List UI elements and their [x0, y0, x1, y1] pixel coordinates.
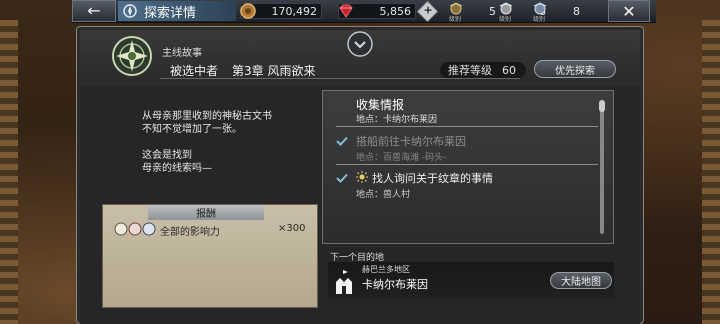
gem-amount: 5,856: [379, 4, 412, 18]
description-line: 母亲的线索吗—: [142, 163, 212, 174]
continent-map-button[interactable]: 大陆地图: [550, 272, 612, 289]
description-line: 从母亲那里收到的神秘古文书: [142, 111, 272, 122]
description-line: 这会是找到: [142, 150, 192, 161]
task-location: 地点：兽人村: [356, 190, 411, 200]
medal-caption: 级别: [499, 16, 512, 23]
compass-icon: [123, 4, 137, 18]
check-icon: [336, 173, 348, 183]
recommended-level: 推荐等级 60: [440, 62, 526, 78]
scroll-ornament-icon: [347, 31, 373, 57]
info-scrollbar-thumb[interactable]: [599, 100, 605, 112]
back-button[interactable]: ←: [72, 0, 116, 22]
reward-quantity: ×300: [278, 223, 306, 234]
priority-explore-button[interactable]: 优先探索: [534, 60, 616, 78]
description-line: 不知不觉增加了一张。: [142, 124, 242, 135]
plus-icon: +: [423, 4, 433, 17]
coin-icon: [240, 3, 256, 19]
gem-counter: 5,856: [338, 3, 416, 19]
description-line: [142, 136, 272, 149]
arrow-left-icon: ←: [87, 1, 101, 20]
coin-counter: 170,492: [240, 3, 322, 19]
quest-emblem-icon: [112, 36, 152, 76]
medal-caption: 级别: [533, 16, 546, 23]
recommended-level-label: 推荐等级: [448, 64, 492, 77]
medal-caption: 级别: [449, 16, 462, 23]
coin-amount: 170,492: [271, 4, 318, 18]
medal-count: 8: [573, 5, 580, 18]
header-divider: [160, 78, 520, 79]
reward-title: 报酬: [148, 205, 264, 220]
quest-chapter: 第3章 风雨欲来: [232, 64, 316, 78]
reward-name: 全部的影响力: [160, 227, 220, 238]
close-icon: ✕: [622, 1, 636, 21]
gem-icon: [339, 4, 353, 18]
sun-icon: [356, 171, 368, 183]
next-destination: 卡纳尔布莱因: [362, 278, 428, 291]
castle-icon: [336, 270, 352, 294]
medal-counter-1: 级别 5: [446, 2, 498, 23]
task-text: 找人询问关于纹章的事情: [372, 172, 493, 185]
task-divider: [336, 164, 598, 165]
screen-title: 探索详情: [144, 5, 197, 21]
medal-counter-3: 级别 8: [530, 2, 582, 23]
next-region: 赫巴兰多地区: [362, 265, 410, 274]
screen-title-plate: 探索详情: [118, 1, 236, 21]
task-location: 地点：百兽海滩 -码头-: [356, 153, 447, 163]
info-divider: [336, 126, 598, 127]
close-button[interactable]: ✕: [608, 0, 650, 22]
decor-border-left: [0, 20, 18, 324]
quest-name: 被选中者: [170, 64, 219, 78]
check-icon: [336, 136, 348, 146]
quest-category: 主线故事: [162, 48, 202, 59]
recommended-level-value: 60: [502, 63, 516, 77]
info-location: 地点：卡纳尔布莱因: [356, 115, 438, 125]
task-text: 搭船前往卡纳尔布莱因: [356, 135, 466, 148]
medal-count: 5: [489, 5, 496, 18]
decor-border-right: [702, 20, 720, 324]
info-scrollbar[interactable]: [600, 100, 604, 234]
influence-icons: [114, 222, 156, 236]
info-title: 收集情报: [356, 98, 405, 112]
quest-description: 从母亲那里收到的神秘古文书 不知不觉增加了一张。 这会是找到 母亲的线索吗—: [142, 110, 272, 175]
